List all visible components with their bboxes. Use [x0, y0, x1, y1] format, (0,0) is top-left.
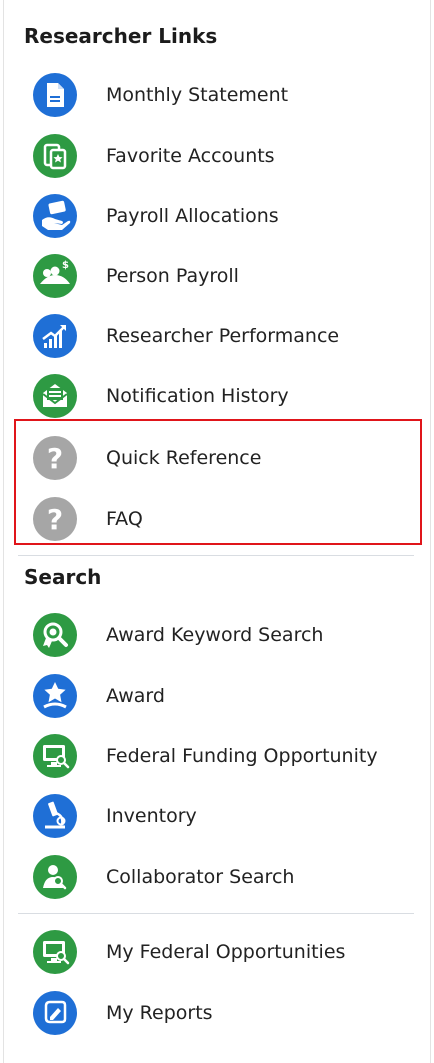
award-star-icon [32, 673, 78, 719]
link-monthly-statement[interactable]: Monthly Statement [26, 72, 416, 118]
microscope-icon [32, 793, 78, 839]
link-notification-history[interactable]: Notification History [26, 373, 416, 419]
link-label: Monthly Statement [106, 84, 289, 106]
link-federal-funding-opportunity[interactable]: Federal Funding Opportunity [26, 733, 416, 779]
link-faq[interactable]: ? FAQ [26, 496, 416, 542]
person-search-icon [32, 854, 78, 900]
link-label: Researcher Performance [106, 325, 340, 347]
link-favorite-accounts[interactable]: Favorite Accounts [26, 133, 416, 179]
payroll-card-icon [32, 193, 78, 239]
link-label: Notification History [106, 385, 289, 407]
clipboard-star-icon [32, 133, 78, 179]
document-icon [32, 72, 78, 118]
link-quick-reference[interactable]: ? Quick Reference [26, 435, 416, 481]
link-person-payroll[interactable]: $ Person Payroll [26, 253, 416, 299]
link-label: Payroll Allocations [106, 205, 279, 227]
svg-text:?: ? [47, 503, 63, 536]
people-money-icon: $ [32, 253, 78, 299]
link-label: FAQ [106, 508, 143, 530]
link-label: Quick Reference [106, 447, 262, 469]
link-payroll-allocations[interactable]: Payroll Allocations [26, 193, 416, 239]
link-label: My Reports [106, 1002, 213, 1024]
researcher-links-panel: Researcher Links Monthly Statement Favor… [3, 0, 431, 1063]
link-label: Collaborator Search [106, 866, 295, 888]
link-researcher-performance[interactable]: Researcher Performance [26, 313, 416, 359]
link-collaborator-search[interactable]: Collaborator Search [26, 854, 416, 900]
chart-growth-icon [32, 313, 78, 359]
link-label: Person Payroll [106, 265, 239, 287]
link-label: Federal Funding Opportunity [106, 745, 378, 767]
researcher-links-title: Researcher Links [24, 24, 218, 48]
monitor-search-icon [32, 929, 78, 975]
link-label: Award Keyword Search [106, 624, 324, 646]
link-award[interactable]: Award [26, 673, 416, 719]
link-label: My Federal Opportunities [106, 941, 346, 963]
question-icon: ? [32, 435, 78, 481]
section-divider [18, 555, 414, 556]
search-title: Search [24, 565, 102, 589]
section-divider [18, 913, 414, 914]
link-label: Inventory [106, 805, 197, 827]
monitor-search-icon [32, 733, 78, 779]
svg-text:?: ? [47, 442, 63, 475]
svg-text:$: $ [62, 260, 69, 271]
award-search-icon [32, 612, 78, 658]
link-inventory[interactable]: Inventory [26, 793, 416, 839]
report-icon [32, 990, 78, 1036]
link-my-reports[interactable]: My Reports [26, 990, 416, 1036]
envelope-icon [32, 373, 78, 419]
link-label: Award [106, 685, 165, 707]
link-award-keyword-search[interactable]: Award Keyword Search [26, 612, 416, 658]
link-label: Favorite Accounts [106, 145, 275, 167]
link-my-federal-opportunities[interactable]: My Federal Opportunities [26, 929, 416, 975]
question-icon: ? [32, 496, 78, 542]
